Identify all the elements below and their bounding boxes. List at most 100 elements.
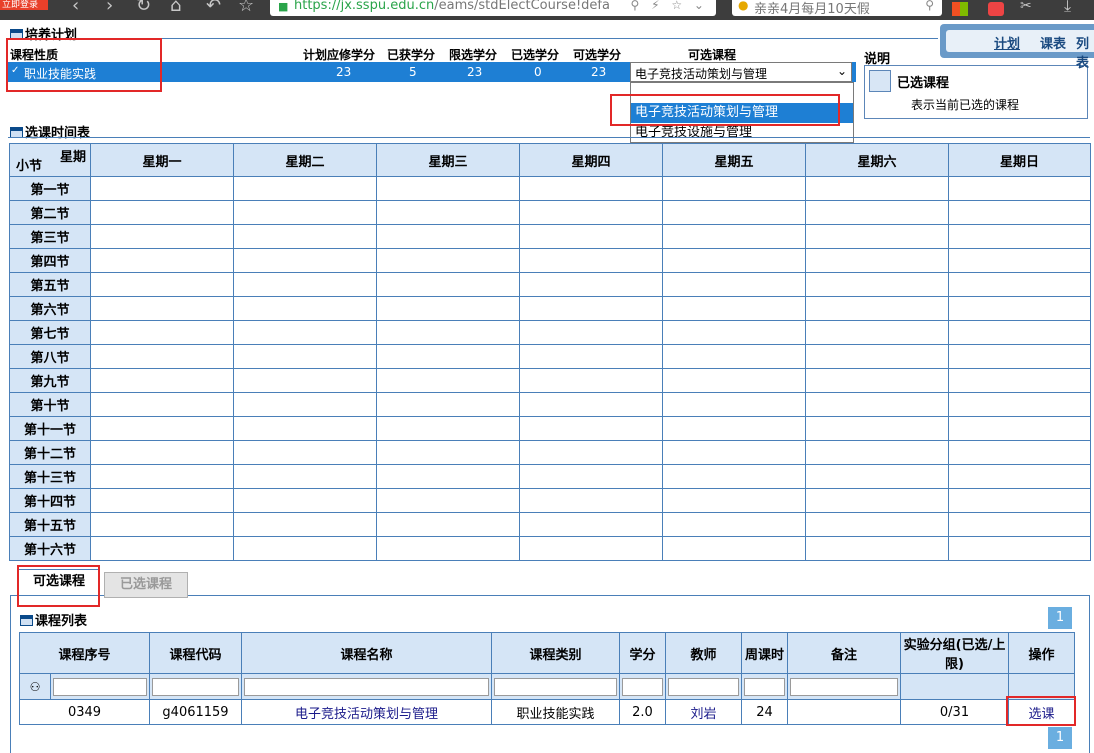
timetable-cell[interactable]	[948, 488, 1091, 513]
timetable-cell[interactable]	[948, 440, 1091, 465]
search-box[interactable]: ● 亲亲4月每月10天假 ⚲	[732, 0, 942, 17]
timetable-cell[interactable]	[233, 296, 377, 321]
timetable-cell[interactable]	[519, 200, 663, 225]
timetable-cell[interactable]	[948, 176, 1091, 201]
timetable-cell[interactable]	[90, 464, 234, 489]
course-select[interactable]: 电子竞技活动策划与管理 ⌄	[630, 62, 852, 82]
timetable-cell[interactable]	[519, 224, 663, 249]
timetable-cell[interactable]	[805, 416, 949, 441]
cell-course-name-link[interactable]: 电子竞技活动策划与管理	[241, 699, 492, 725]
timetable-cell[interactable]	[233, 320, 377, 345]
timetable-cell[interactable]	[376, 176, 520, 201]
tab-timetable[interactable]: 课表	[1040, 33, 1066, 52]
timetable-cell[interactable]	[376, 296, 520, 321]
filter-code-input[interactable]	[152, 677, 239, 696]
timetable-cell[interactable]	[233, 488, 377, 513]
timetable-cell[interactable]	[376, 440, 520, 465]
timetable-cell[interactable]	[233, 464, 377, 489]
timetable-cell[interactable]	[519, 248, 663, 273]
timetable-cell[interactable]	[90, 536, 234, 561]
timetable-cell[interactable]	[662, 536, 806, 561]
timetable-cell[interactable]	[948, 392, 1091, 417]
timetable-cell[interactable]	[376, 512, 520, 537]
timetable-cell[interactable]	[662, 344, 806, 369]
timetable-cell[interactable]	[662, 464, 806, 489]
timetable-cell[interactable]	[233, 536, 377, 561]
timetable-cell[interactable]	[90, 416, 234, 441]
timetable-cell[interactable]	[805, 392, 949, 417]
timetable-cell[interactable]	[233, 440, 377, 465]
timetable-cell[interactable]	[662, 224, 806, 249]
filter-teacher-input[interactable]	[668, 677, 739, 696]
timetable-cell[interactable]	[90, 200, 234, 225]
timetable-cell[interactable]	[662, 248, 806, 273]
timetable-cell[interactable]	[376, 272, 520, 297]
timetable-cell[interactable]	[805, 368, 949, 393]
timetable-cell[interactable]	[805, 536, 949, 561]
timetable-cell[interactable]	[662, 176, 806, 201]
timetable-cell[interactable]	[948, 536, 1091, 561]
timetable-cell[interactable]	[662, 320, 806, 345]
timetable-cell[interactable]	[519, 272, 663, 297]
extension-icon[interactable]	[988, 2, 1004, 16]
timetable-cell[interactable]	[233, 392, 377, 417]
timetable-cell[interactable]	[233, 368, 377, 393]
dropdown-option[interactable]	[631, 83, 853, 103]
timetable-cell[interactable]	[90, 272, 234, 297]
back-icon[interactable]: ‹	[72, 0, 79, 16]
timetable-cell[interactable]	[805, 296, 949, 321]
filter-name-input[interactable]	[244, 677, 489, 696]
timetable-cell[interactable]	[519, 440, 663, 465]
search-icon[interactable]: ⚲	[925, 0, 934, 12]
timetable-cell[interactable]	[233, 176, 377, 201]
timetable-cell[interactable]	[90, 344, 234, 369]
filter-category-input[interactable]	[494, 677, 617, 696]
timetable-cell[interactable]	[662, 296, 806, 321]
timetable-cell[interactable]	[90, 296, 234, 321]
address-bar[interactable]: ■ https://jx.sspu.edu.cn/eams/stdElectCo…	[270, 0, 716, 16]
timetable-cell[interactable]	[662, 488, 806, 513]
timetable-cell[interactable]	[90, 440, 234, 465]
timetable-cell[interactable]	[376, 224, 520, 249]
timetable-cell[interactable]	[805, 464, 949, 489]
undo-icon[interactable]: ↶	[206, 0, 221, 16]
timetable-cell[interactable]	[948, 464, 1091, 489]
timetable-cell[interactable]	[90, 224, 234, 249]
page-button-bottom[interactable]: 1	[1048, 727, 1072, 749]
timetable-cell[interactable]	[948, 248, 1091, 273]
timetable-cell[interactable]	[519, 344, 663, 369]
timetable-cell[interactable]	[662, 512, 806, 537]
timetable-cell[interactable]	[376, 344, 520, 369]
timetable-cell[interactable]	[805, 176, 949, 201]
scissors-icon[interactable]: ✂	[1020, 0, 1032, 16]
select-course-button[interactable]: 选课	[1008, 699, 1075, 725]
filter-hours-input[interactable]	[744, 677, 785, 696]
tab-available-courses[interactable]: 可选课程	[18, 569, 100, 595]
timetable-cell[interactable]	[948, 296, 1091, 321]
timetable-cell[interactable]	[805, 344, 949, 369]
dropdown-option-selected[interactable]: 电子竞技活动策划与管理	[631, 103, 853, 123]
tab-list[interactable]: 列表	[1076, 33, 1094, 71]
star-icon[interactable]: ☆	[238, 0, 254, 16]
timetable-cell[interactable]	[376, 320, 520, 345]
timetable-cell[interactable]	[233, 416, 377, 441]
download-icon[interactable]: ⤓	[1064, 0, 1071, 16]
timetable-cell[interactable]	[519, 416, 663, 441]
dropdown-option[interactable]: 电子竞技设施与管理	[631, 123, 853, 143]
timetable-cell[interactable]	[376, 200, 520, 225]
timetable-cell[interactable]	[948, 344, 1091, 369]
apps-icon[interactable]	[952, 2, 968, 16]
timetable-cell[interactable]	[948, 272, 1091, 297]
timetable-cell[interactable]	[376, 464, 520, 489]
timetable-cell[interactable]	[519, 392, 663, 417]
timetable-cell[interactable]	[948, 320, 1091, 345]
timetable-cell[interactable]	[948, 224, 1091, 249]
timetable-cell[interactable]	[805, 440, 949, 465]
timetable-cell[interactable]	[805, 488, 949, 513]
timetable-cell[interactable]	[662, 440, 806, 465]
home-icon[interactable]: ⌂	[170, 0, 181, 16]
timetable-cell[interactable]	[233, 248, 377, 273]
login-badge[interactable]: 立即登录	[0, 0, 48, 10]
timetable-cell[interactable]	[805, 512, 949, 537]
timetable-cell[interactable]	[519, 296, 663, 321]
